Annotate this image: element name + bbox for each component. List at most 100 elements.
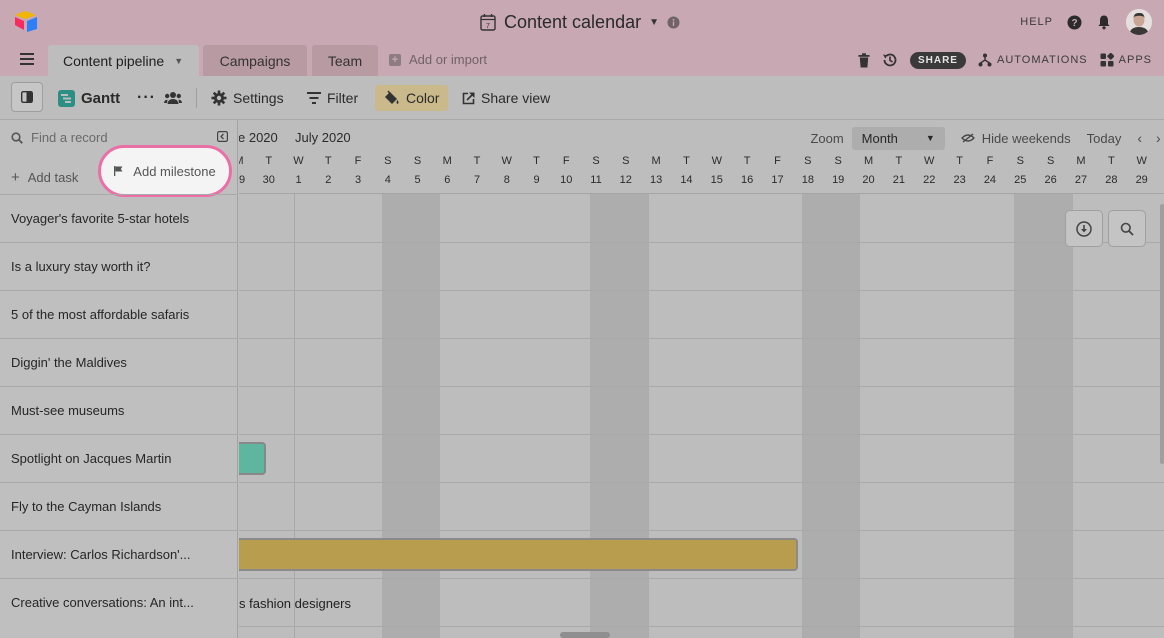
view-switcher[interactable]: Gantt [58,85,120,111]
day-of-week-label: M [239,155,249,167]
bell-icon[interactable] [1096,14,1112,30]
day-of-week-label: M [651,155,661,167]
row-gridline [239,626,1164,627]
add-milestone-button[interactable]: Add milestone [98,145,232,197]
horizontal-scrollbar[interactable] [560,632,610,638]
top-bar: 7 Content calendar ▼ HELP ? [0,0,1164,44]
find-record-search[interactable]: Find a record [11,130,108,145]
avatar[interactable] [1126,9,1152,35]
day-number-label: 18 [801,174,814,186]
apps-button[interactable]: APPS [1100,53,1152,67]
day-of-week-label: S [804,155,812,167]
record-row[interactable]: Fly to the Cayman Islands [0,482,238,530]
day-of-week-label: S [622,155,630,167]
row-gridline [239,530,1164,531]
record-row[interactable]: Voyager's favorite 5-star hotels [0,194,238,242]
download-icon [1076,220,1092,237]
record-row[interactable]: Creative conversations: An int... [0,578,238,626]
menu-icon[interactable] [20,53,34,65]
share-button[interactable]: SHARE [909,51,966,69]
tab-team[interactable]: Team [312,45,378,76]
day-number-label: 23 [953,174,966,186]
user-photo-icon [1126,9,1152,35]
add-task-label: Add task [27,170,79,185]
vertical-scrollbar[interactable] [1160,204,1164,464]
toolbar-divider [196,88,197,108]
day-number-label: 24 [983,174,997,186]
automations-icon [978,53,992,67]
share-view-button[interactable]: Share view [462,85,550,111]
svg-text:?: ? [1071,18,1077,29]
day-of-week-label: S [592,155,600,167]
color-button[interactable]: Color [375,85,449,111]
timeline-controls: Zoom Month ▼ Hide weekends Today ‹ › [810,126,1164,150]
view-more-button[interactable]: ··· [137,85,156,111]
top-right-controls: HELP ? [1020,8,1152,36]
timeline-search-button[interactable] [1108,210,1146,247]
collapse-panel-icon[interactable] [217,131,228,142]
gantt-timeline[interactable]: e 2020 July 2020 Zoom Month ▼ Hide weeke… [239,120,1164,638]
chevron-left-icon[interactable]: ‹ [1137,130,1142,146]
add-or-import-button[interactable]: + Add or import [389,52,487,67]
settings-label: Settings [233,90,284,106]
airtable-logo-icon[interactable] [14,10,40,32]
day-of-week-label: F [562,155,570,167]
collaborators-button[interactable] [164,85,182,111]
day-number-label: 3 [354,174,362,186]
record-row[interactable]: Interview: Carlos Richardson'... [0,530,238,578]
today-button[interactable]: Today [1087,131,1122,146]
share-view-label: Share view [481,90,551,106]
sidebar-toggle-button[interactable] [11,82,43,112]
record-row[interactable]: Must-see museums [0,386,238,434]
day-of-week-label: F [986,155,994,167]
record-row[interactable]: Is a luxury stay worth it? [0,242,238,290]
chevron-right-icon[interactable]: › [1156,130,1164,146]
download-button[interactable] [1065,210,1103,247]
trash-icon[interactable] [858,52,870,68]
table-tabs-bar: Content pipeline ▼ Campaigns Team + Add … [0,44,1164,76]
day-number-label: 13 [649,174,663,186]
weekend-band [801,194,861,638]
weekend-band [381,194,441,638]
row-gridline [239,482,1164,483]
apps-label: APPS [1118,54,1152,66]
day-of-week-label: S [834,155,842,167]
settings-button[interactable]: Settings [211,85,284,111]
row-gridline [239,578,1164,579]
day-of-week-label: W [1136,155,1147,167]
history-icon[interactable] [882,52,898,68]
automations-button[interactable]: AUTOMATIONS [978,53,1088,67]
day-number-label: 7 [473,174,481,186]
help-link[interactable]: HELP [1020,16,1053,28]
view-name: Gantt [81,89,121,107]
svg-text:7: 7 [486,23,490,30]
task-bar-spotlight[interactable] [239,442,266,475]
record-row[interactable]: Diggin' the Maldives [0,338,238,386]
day-number-label: 29 [239,174,246,186]
day-of-week-label: T [1107,155,1115,167]
record-row[interactable]: 5 of the most affordable safaris [0,290,238,338]
day-of-week-label: T [956,155,963,167]
help-icon[interactable]: ? [1067,15,1082,30]
day-of-week-label: T [324,155,332,167]
tab-content-pipeline[interactable]: Content pipeline ▼ [48,45,199,76]
chevron-down-icon[interactable]: ▼ [174,56,183,66]
task-bar-label[interactable]: s fashion designers [239,596,351,611]
task-bar-interview[interactable] [239,538,798,571]
tab-campaigns[interactable]: Campaigns [203,45,307,76]
zoom-select[interactable]: Month ▼ [851,126,945,150]
search-input[interactable]: Find a record [31,130,108,145]
base-title-text: Content calendar [504,11,642,32]
base-title[interactable]: 7 Content calendar ▼ [480,10,680,34]
row-gridline [239,242,1164,243]
day-number-label: 30 [262,174,275,186]
weekend-band [1014,194,1073,638]
automations-label: AUTOMATIONS [996,54,1088,66]
tab-label: Team [327,52,363,69]
info-icon[interactable] [667,16,680,29]
record-row[interactable]: Spotlight on Jacques Martin [0,434,238,482]
filter-button[interactable]: Filter [307,85,358,111]
hide-weekends-button[interactable]: Hide weekends [960,131,1071,146]
add-task-button[interactable]: + Add task [11,169,78,186]
chevron-down-icon[interactable]: ▼ [649,17,659,28]
